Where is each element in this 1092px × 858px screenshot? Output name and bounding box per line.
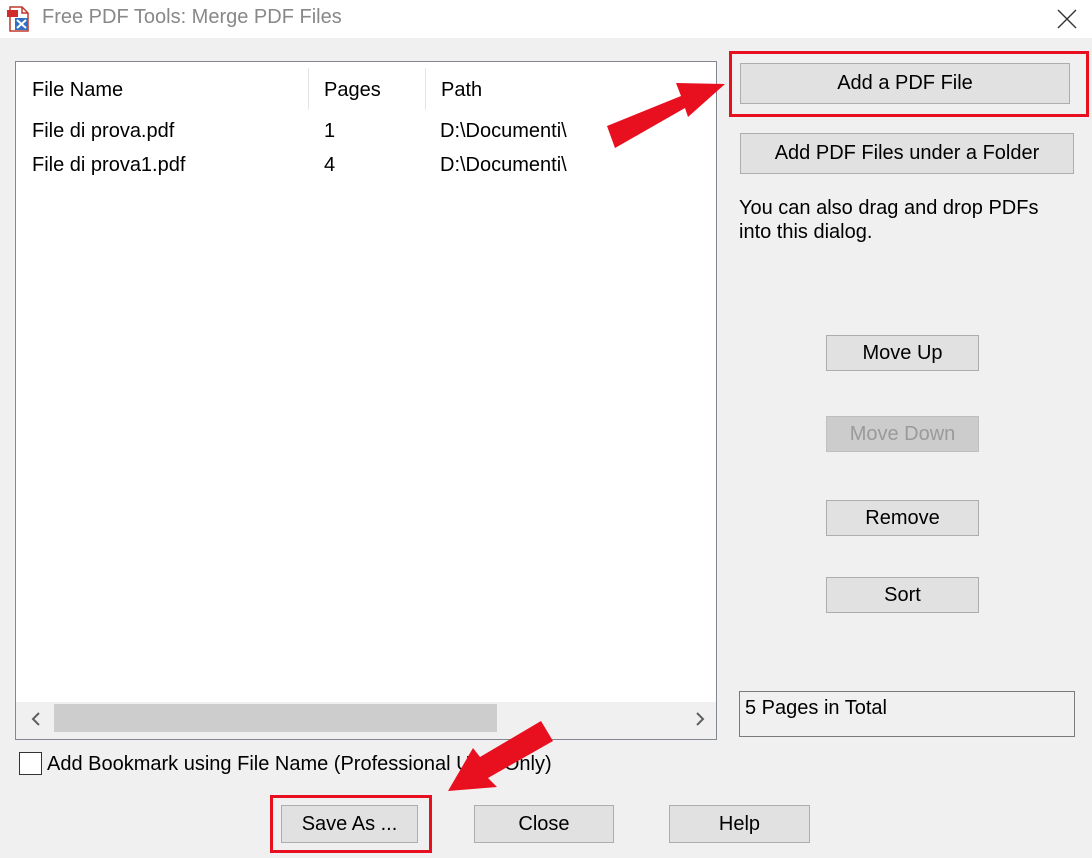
highlight-add-pdf-file <box>729 51 1089 117</box>
add-pdf-folder-button[interactable]: Add PDF Files under a Folder <box>740 133 1074 174</box>
bookmark-checkbox-label[interactable]: Add Bookmark using File Name (Profession… <box>47 750 552 778</box>
chevron-left-icon[interactable] <box>24 707 48 731</box>
close-icon[interactable] <box>1052 4 1082 34</box>
total-pages-display: 5 Pages in Total <box>739 691 1075 737</box>
pages-cell: 1 <box>324 120 336 142</box>
window-title: Free PDF Tools: Merge PDF Files <box>42 6 342 28</box>
help-button[interactable]: Help <box>669 805 810 843</box>
sort-button[interactable]: Sort <box>826 577 979 613</box>
path-cell: D:\Documenti\ <box>440 154 567 176</box>
bookmark-checkbox[interactable] <box>19 752 42 775</box>
column-header-path[interactable]: Path <box>425 62 715 116</box>
file-list[interactable]: File Name Pages Path File di prova.pdf 1… <box>15 61 717 740</box>
path-cell: D:\Documenti\ <box>440 120 567 142</box>
close-button[interactable]: Close <box>474 805 614 843</box>
pages-cell: 4 <box>324 154 336 176</box>
remove-button[interactable]: Remove <box>826 500 979 536</box>
column-header-file-name[interactable]: File Name <box>16 62 308 116</box>
column-header-pages[interactable]: Pages <box>308 62 425 116</box>
move-down-button: Move Down <box>826 416 979 452</box>
chevron-right-icon[interactable] <box>688 707 712 731</box>
move-up-button[interactable]: Move Up <box>826 335 979 371</box>
drag-drop-hint: You can also drag and drop PDFs into thi… <box>739 197 1039 243</box>
scrollbar-thumb[interactable] <box>54 704 497 732</box>
horizontal-scrollbar[interactable] <box>16 702 716 739</box>
file-name-cell: File di prova1.pdf <box>32 154 186 176</box>
title-bar: Free PDF Tools: Merge PDF Files <box>0 0 1092 38</box>
highlight-save-as <box>270 795 432 853</box>
file-name-cell: File di prova.pdf <box>32 120 175 142</box>
pdf-tools-icon <box>7 6 29 32</box>
